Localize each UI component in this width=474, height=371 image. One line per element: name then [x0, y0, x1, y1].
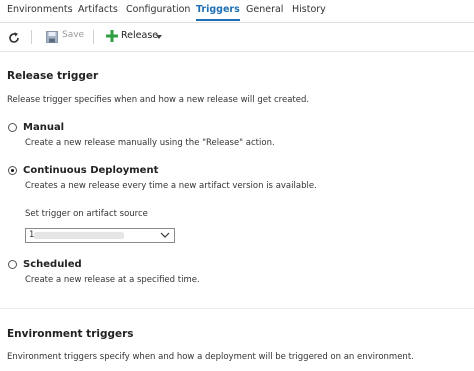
option-scheduled-description: Create a new release at a specified time…	[25, 275, 200, 285]
environment-triggers-heading: Environment triggers	[7, 328, 134, 340]
save-button-label: Save	[62, 30, 85, 40]
save-icon	[46, 31, 58, 43]
tab-configuration[interactable]: Configuration	[126, 4, 190, 15]
option-manual-description: Create a new release manually using the …	[25, 138, 275, 148]
option-scheduled-label[interactable]: Scheduled	[23, 259, 82, 270]
release-trigger-heading: Release trigger	[7, 70, 99, 82]
tab-environments[interactable]: Environments	[7, 4, 73, 15]
toolbar: Save Release	[0, 23, 474, 52]
toolbar-divider	[31, 30, 32, 44]
tab-artifacts[interactable]: Artifacts	[78, 4, 118, 15]
release-trigger-description: Release trigger specifies when and how a…	[7, 95, 310, 105]
chevron-down-icon	[156, 35, 162, 39]
tab-general[interactable]: General	[246, 4, 283, 15]
redacted-value	[34, 232, 124, 239]
section-divider	[0, 308, 474, 309]
radio-continuous-deployment[interactable]	[8, 166, 17, 175]
artifact-source-label: Set trigger on artifact source	[25, 209, 148, 219]
tab-bar: Environments Artifacts Configuration Tri…	[0, 0, 474, 23]
option-manual-label[interactable]: Manual	[23, 122, 64, 133]
radio-manual[interactable]	[8, 123, 17, 132]
radio-scheduled[interactable]	[8, 260, 17, 269]
artifact-source-select[interactable]: 1	[25, 228, 175, 243]
tab-triggers[interactable]: Triggers	[196, 4, 240, 21]
environment-triggers-description: Environment triggers specify when and ho…	[7, 352, 414, 362]
option-continuous-deployment-label[interactable]: Continuous Deployment	[23, 165, 158, 176]
tab-history[interactable]: History	[292, 4, 326, 15]
option-continuous-deployment-description: Creates a new release every time a new a…	[25, 181, 317, 191]
refresh-icon[interactable]	[7, 30, 21, 44]
toolbar-divider	[93, 30, 94, 44]
chevron-down-icon	[160, 232, 170, 238]
plus-icon	[106, 30, 118, 42]
release-button-label: Release	[121, 30, 159, 41]
release-button[interactable]: Release	[106, 30, 166, 44]
